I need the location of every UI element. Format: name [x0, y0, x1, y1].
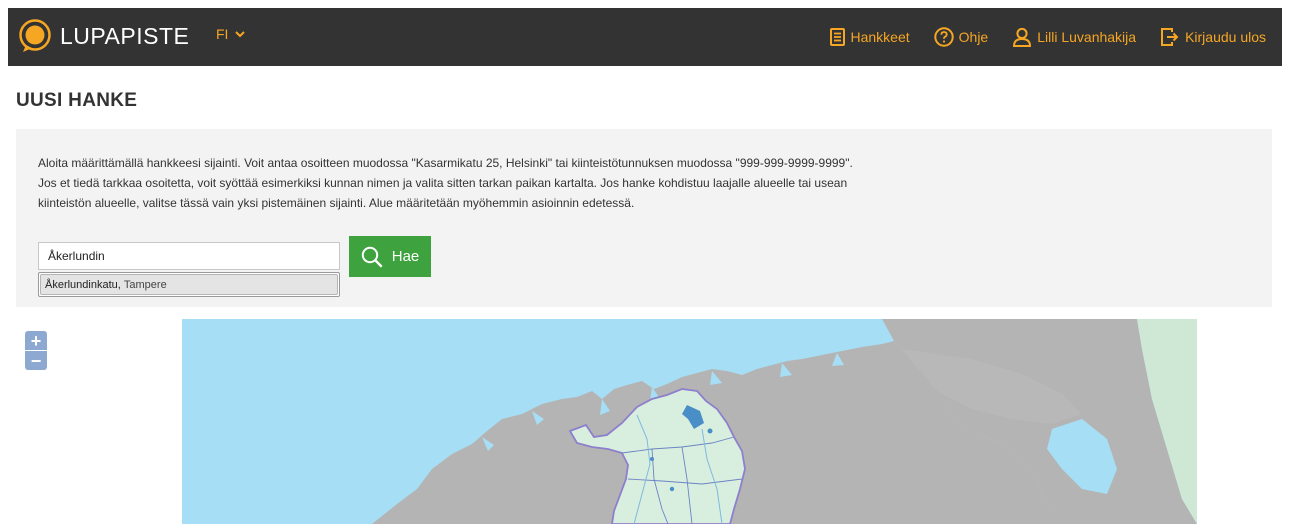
option-city: Tampere	[123, 278, 167, 291]
chevron-down-icon	[235, 30, 246, 37]
user-icon	[1013, 27, 1032, 47]
search-button[interactable]: Hae	[349, 236, 431, 277]
zoom-out-button[interactable]: −	[25, 351, 47, 370]
nav-user-label: Lilli Luvanhakija	[1037, 29, 1137, 45]
location-search-panel: Aloita määrittämällä hankkeesi sijainti.…	[16, 129, 1272, 307]
instructions-text: Aloita määrittämällä hankkeesi sijainti.…	[38, 153, 1048, 213]
instructions-line-2: Jos et tiedä tarkkaa osoitetta, voit syö…	[38, 176, 848, 190]
location-map[interactable]	[182, 319, 1197, 524]
nav-projects-label: Hankkeet	[850, 29, 910, 45]
zoom-in-button[interactable]: +	[25, 331, 47, 350]
map-canvas	[182, 319, 1197, 524]
nav-help-link[interactable]: Ohje	[933, 27, 989, 47]
autocomplete-dropdown: Åkerlundinkatu, Tampere	[38, 272, 340, 297]
map-lake	[650, 457, 654, 461]
top-navigation-bar: LUPAPISTE FI Hankkeet Ohje Lilli Luvanha…	[8, 8, 1282, 66]
map-zoom-control: + −	[25, 331, 47, 370]
question-circle-icon	[933, 27, 954, 47]
nav-help-label: Ohje	[958, 29, 989, 45]
language-selector[interactable]: FI	[216, 26, 246, 42]
search-button-label: Hae	[391, 248, 420, 265]
search-icon	[361, 246, 382, 267]
map-lake	[707, 428, 713, 434]
header-nav: Hankkeet Ohje Lilli Luvanhakija Kirjaudu…	[806, 22, 1266, 52]
document-list-icon	[830, 28, 846, 46]
lupapiste-logo[interactable]: LUPAPISTE	[18, 19, 189, 53]
autocomplete-option[interactable]: Åkerlundinkatu, Tampere	[40, 274, 338, 295]
map-lake	[669, 486, 675, 492]
option-street: Åkerlundinkatu	[45, 278, 118, 291]
nav-logout-label: Kirjaudu ulos	[1185, 29, 1266, 45]
page-title: UUSI HANKE	[16, 90, 138, 111]
nav-user-link[interactable]: Lilli Luvanhakija	[1012, 27, 1136, 47]
instructions-line-1: Aloita määrittämällä hankkeesi sijainti.…	[38, 156, 853, 170]
address-search-input[interactable]	[38, 242, 340, 270]
nav-logout-link[interactable]: Kirjaudu ulos	[1160, 27, 1266, 47]
speech-bubble-logo-icon	[19, 19, 51, 52]
logo-text: LUPAPISTE	[60, 22, 190, 49]
logout-icon	[1161, 28, 1179, 46]
language-label: FI	[216, 26, 229, 42]
instructions-line-3: kiinteistön alueelle, valitse tässä vain…	[38, 196, 635, 210]
nav-projects-link[interactable]: Hankkeet	[830, 28, 910, 46]
